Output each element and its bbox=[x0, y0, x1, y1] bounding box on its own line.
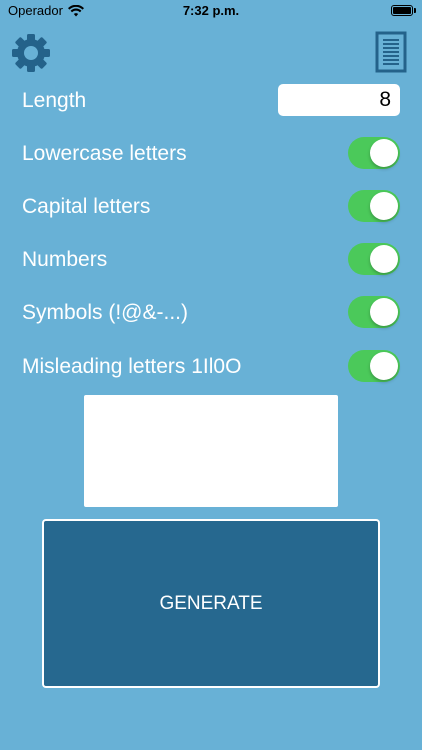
document-list-icon[interactable] bbox=[375, 31, 407, 73]
numbers-toggle[interactable] bbox=[348, 243, 400, 275]
status-bar: Operador 7:32 p.m. bbox=[0, 0, 422, 22]
password-output[interactable] bbox=[84, 395, 338, 507]
status-time: 7:32 p.m. bbox=[182, 3, 240, 18]
gear-icon[interactable] bbox=[10, 32, 52, 74]
battery-icon bbox=[391, 5, 416, 16]
option-row-symbols: Symbols (!@&-...) bbox=[22, 296, 400, 330]
capital-label: Capital letters bbox=[22, 195, 151, 218]
length-row: Length bbox=[22, 84, 400, 118]
lowercase-label: Lowercase letters bbox=[22, 142, 187, 165]
toggle-knob bbox=[370, 139, 398, 167]
misleading-label: Misleading letters 1Il0O bbox=[22, 355, 242, 378]
option-row-lowercase: Lowercase letters bbox=[22, 137, 400, 171]
symbols-toggle[interactable] bbox=[348, 296, 400, 328]
toggle-knob bbox=[370, 352, 398, 380]
symbols-label: Symbols (!@&-...) bbox=[22, 301, 189, 324]
option-row-capital: Capital letters bbox=[22, 190, 400, 224]
generate-button[interactable]: GENERATE bbox=[42, 519, 380, 688]
option-row-misleading: Misleading letters 1Il0O bbox=[22, 350, 400, 384]
toggle-knob bbox=[370, 192, 398, 220]
length-input[interactable] bbox=[278, 84, 400, 116]
lowercase-toggle[interactable] bbox=[348, 137, 400, 169]
option-row-numbers: Numbers bbox=[22, 243, 400, 277]
length-label: Length bbox=[22, 89, 87, 112]
toggle-knob bbox=[370, 245, 398, 273]
capital-toggle[interactable] bbox=[348, 190, 400, 222]
misleading-toggle[interactable] bbox=[348, 350, 400, 382]
toggle-knob bbox=[370, 298, 398, 326]
numbers-label: Numbers bbox=[22, 248, 108, 271]
